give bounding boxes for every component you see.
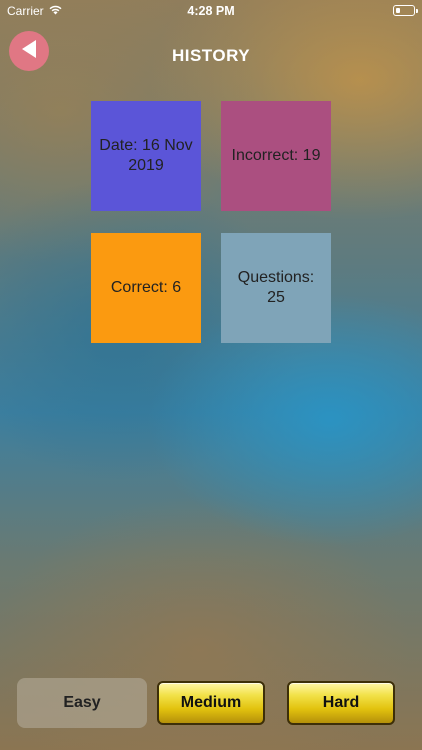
questions-tile: Questions: 25 [221,233,331,343]
hard-button[interactable]: Hard [287,681,395,725]
questions-value: Questions: 25 [237,269,315,306]
status-bar: Carrier 4:28 PM [0,0,422,22]
status-time: 4:28 PM [187,4,235,18]
date-value: Date: 16 Nov 2019 [99,137,193,174]
incorrect-value: Incorrect: 19 [231,147,321,164]
medium-button[interactable]: Medium [157,681,265,725]
page-title: HISTORY [171,46,251,65]
incorrect-tile: Incorrect: 19 [221,101,331,211]
battery-icon [393,5,418,16]
date-tile: Date: 16 Nov 2019 [91,101,201,211]
easy-button[interactable]: Easy [17,678,147,728]
correct-tile: Correct: 6 [91,233,201,343]
correct-value: Correct: 6 [110,279,182,296]
